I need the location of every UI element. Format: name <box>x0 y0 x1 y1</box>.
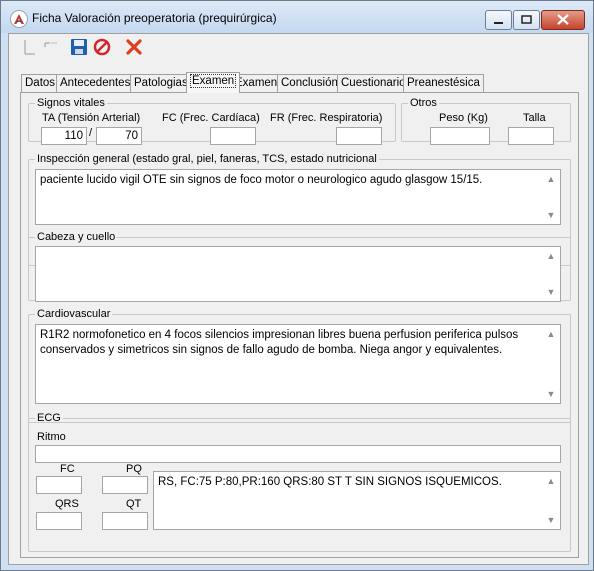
tab-patologias[interactable]: Patologias <box>130 74 192 92</box>
pq-label: PQ <box>126 463 142 475</box>
tab-preanestesica[interactable]: Preanestésica <box>403 74 484 92</box>
tab-label: Examen <box>235 77 278 89</box>
ecg-text: RS, FC:75 P:80,PR:160 QRS:80 ST T SIN SI… <box>158 476 502 488</box>
client-area: Datos Antecedentes Patologias Examen Exa… <box>8 33 589 565</box>
ritmo-input[interactable] <box>35 445 561 463</box>
tab-label: Cuestionario <box>341 77 406 89</box>
tab-label: Patologias <box>134 77 188 89</box>
maximize-button[interactable] <box>513 10 540 30</box>
qt-input[interactable] <box>102 512 148 530</box>
group-label: Cabeza y cuello <box>37 231 116 243</box>
close-icon <box>557 14 569 25</box>
ritmo-label: Ritmo <box>37 431 66 443</box>
talla-input[interactable] <box>508 127 554 145</box>
save-icon[interactable] <box>70 38 88 56</box>
fc-input[interactable] <box>210 127 256 145</box>
delete-icon[interactable] <box>125 38 143 56</box>
tab-conclusion[interactable]: Conclusión <box>277 74 342 92</box>
peso-input[interactable] <box>430 127 490 145</box>
ta-label: TA (Tensión Arterial) <box>42 112 141 124</box>
scrollbar[interactable]: ▲ ▼ <box>543 248 559 300</box>
qt-label: QT <box>126 498 142 510</box>
tab-cuestionario[interactable]: Cuestionario <box>337 74 410 92</box>
minimize-button[interactable] <box>485 10 512 30</box>
inspeccion-text: paciente lucido vigil OTE sin signos de … <box>40 174 483 186</box>
qrs-input[interactable] <box>36 512 82 530</box>
window-title: Ficha Valoración preoperatoria (prequirú… <box>32 11 277 25</box>
minimize-icon <box>494 22 503 24</box>
ecg-fc-input[interactable] <box>36 476 82 494</box>
close-window-button[interactable] <box>541 10 585 30</box>
group-label: Signos vitales <box>37 97 105 109</box>
talla-label: Talla <box>523 112 546 124</box>
fr-label: FR (Frec. Respiratoria) <box>270 112 383 124</box>
scroll-down-icon[interactable]: ▼ <box>543 386 559 402</box>
tab-label: Antecedentes <box>60 77 131 89</box>
fr-input[interactable] <box>336 127 382 145</box>
ta-separator: / <box>89 127 93 139</box>
tab-label: Examen <box>190 74 237 88</box>
group-label: ECG <box>37 412 61 424</box>
inspeccion-textarea[interactable]: paciente lucido vigil OTE sin signos de … <box>35 169 561 225</box>
open-icon[interactable] <box>43 38 61 56</box>
ecg-textarea[interactable]: RS, FC:75 P:80,PR:160 QRS:80 ST T SIN SI… <box>153 471 561 530</box>
tab-examen-1[interactable]: Examen <box>186 72 241 93</box>
ta-diastolic-input[interactable] <box>96 127 142 145</box>
cabeza-textarea[interactable]: ▲ ▼ <box>35 246 561 302</box>
app-window: Ficha Valoración preoperatoria (prequirú… <box>0 0 594 571</box>
maximize-icon <box>521 15 532 24</box>
ta-systolic-input[interactable] <box>41 127 87 145</box>
toolbar <box>9 34 588 60</box>
qrs-label: QRS <box>55 498 79 510</box>
examen-panel: Signos vitales TA (Tensión Arterial) / F… <box>20 92 579 558</box>
tab-label: Datos <box>25 77 56 89</box>
group-label: Otros <box>410 97 437 109</box>
scroll-down-icon[interactable]: ▼ <box>543 207 559 223</box>
group-label: Inspección general (estado gral, piel, f… <box>37 153 377 165</box>
fc-label: FC (Frec. Cardíaca) <box>162 112 260 124</box>
scroll-up-icon[interactable]: ▲ <box>543 248 559 264</box>
cardio-text: R1R2 normofonetico en 4 focos silencios … <box>40 329 519 356</box>
cancel-icon[interactable] <box>93 38 111 56</box>
scrollbar[interactable]: ▲ ▼ <box>543 171 559 223</box>
app-logo-icon <box>10 10 28 28</box>
tab-label: Preanestésica <box>407 77 480 89</box>
scrollbar[interactable]: ▲ ▼ <box>543 326 559 402</box>
tab-label: Conclusión <box>281 77 338 89</box>
tab-datos[interactable]: Datos <box>21 74 60 92</box>
peso-label: Peso (Kg) <box>439 112 488 124</box>
new-icon[interactable] <box>21 38 39 56</box>
scroll-up-icon[interactable]: ▲ <box>543 473 559 489</box>
group-label: Cardiovascular <box>37 308 111 320</box>
tab-antecedentes[interactable]: Antecedentes <box>56 74 135 92</box>
ecg-fc-label: FC <box>60 463 75 475</box>
scroll-up-icon[interactable]: ▲ <box>543 171 559 187</box>
scroll-down-icon[interactable]: ▼ <box>543 512 559 528</box>
cardio-textarea[interactable]: R1R2 normofonetico en 4 focos silencios … <box>35 324 561 404</box>
scroll-up-icon[interactable]: ▲ <box>543 326 559 342</box>
scrollbar[interactable]: ▲ ▼ <box>543 473 559 528</box>
scroll-down-icon[interactable]: ▼ <box>543 284 559 300</box>
pq-input[interactable] <box>102 476 148 494</box>
title-bar[interactable]: Ficha Valoración preoperatoria (prequirú… <box>1 1 593 33</box>
